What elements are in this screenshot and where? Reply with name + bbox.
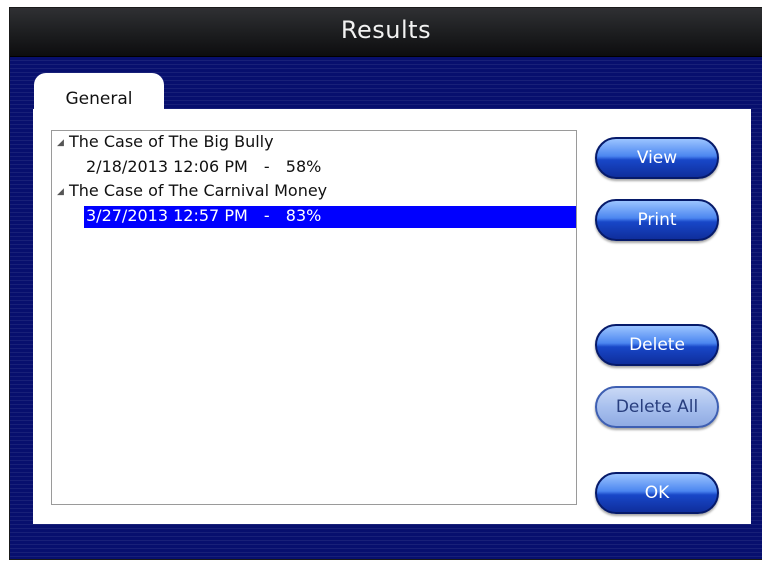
ok-button[interactable]: OK xyxy=(595,472,719,514)
tab-general-label: General xyxy=(65,89,133,109)
result-separator: - xyxy=(263,157,270,176)
result-separator: - xyxy=(263,206,270,225)
result-score: 83% xyxy=(285,206,322,225)
list-item[interactable]: 2/18/2013 12:06 PM -58% xyxy=(86,157,321,179)
group-label: The Case of The Carnival Money xyxy=(69,181,328,200)
results-list[interactable]: ◢ The Case of The Big Bully 2/18/2013 12:… xyxy=(51,130,577,505)
results-window: Results General ◢ The Case of The Big Bul… xyxy=(10,8,762,559)
title-bar: Results xyxy=(10,8,762,57)
print-button[interactable]: Print xyxy=(595,199,719,241)
delete-all-button[interactable]: Delete All xyxy=(595,386,719,428)
list-group-carnival-money[interactable]: ◢ The Case of The Carnival Money xyxy=(57,181,327,203)
list-group-big-bully[interactable]: ◢ The Case of The Big Bully xyxy=(57,132,274,154)
result-date: 2/18/2013 12:06 PM xyxy=(86,157,248,176)
group-label: The Case of The Big Bully xyxy=(69,132,274,151)
delete-button[interactable]: Delete xyxy=(595,324,719,366)
general-panel: ◢ The Case of The Big Bully 2/18/2013 12:… xyxy=(33,109,751,524)
triangle-down-icon[interactable]: ◢ xyxy=(57,187,69,197)
list-item-selected[interactable]: 3/27/2013 12:57 PM -83% xyxy=(84,206,576,228)
result-date: 3/27/2013 12:57 PM xyxy=(86,206,248,225)
result-score: 58% xyxy=(285,157,322,176)
view-button[interactable]: View xyxy=(595,137,719,179)
window-title: Results xyxy=(340,16,432,44)
triangle-down-icon[interactable]: ◢ xyxy=(57,138,69,148)
